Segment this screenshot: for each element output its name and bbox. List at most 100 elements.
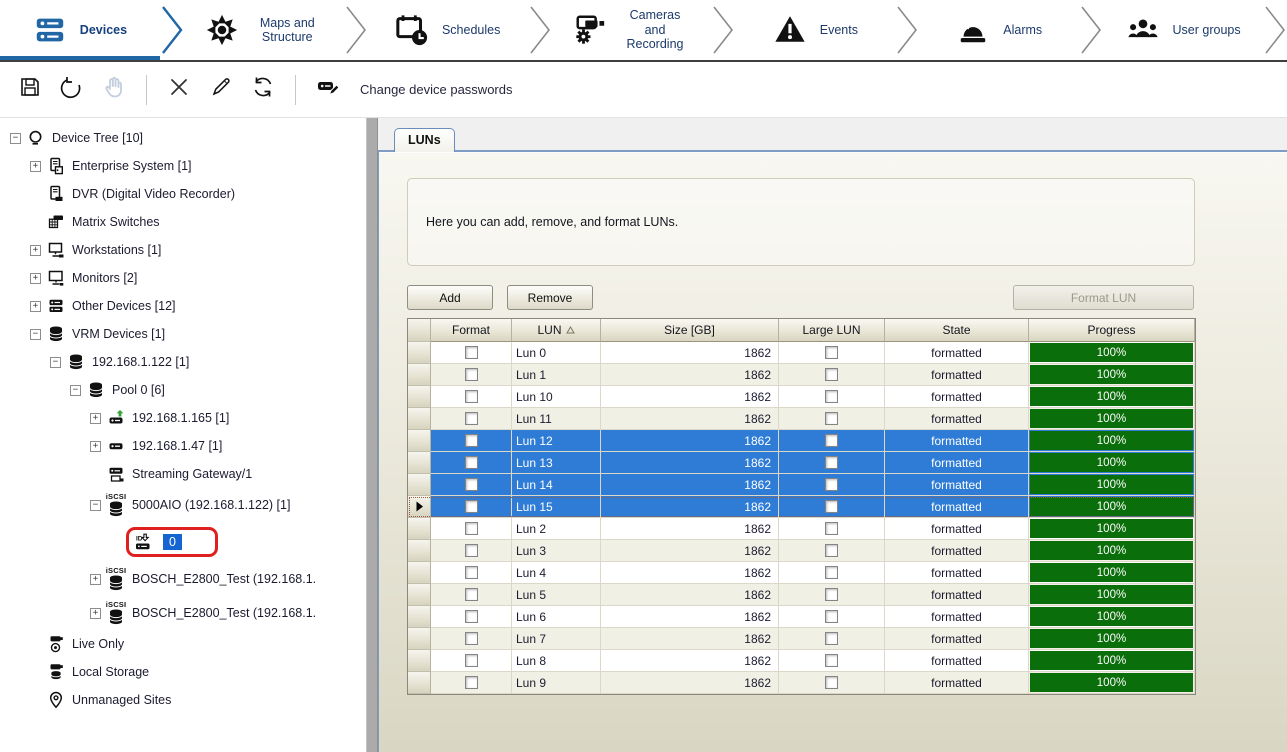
row-header-cell[interactable] <box>408 650 431 672</box>
format-checkbox[interactable] <box>465 500 478 513</box>
large-lun-checkbox[interactable] <box>825 676 838 689</box>
large-lun-checkbox[interactable] <box>825 456 838 469</box>
format-checkbox[interactable] <box>465 654 478 667</box>
large-lun-checkbox[interactable] <box>825 412 838 425</box>
tree-item-bosch-e2800-test-192-168-1[interactable]: +iSCSIBOSCH_E2800_Test (192.168.1. <box>0 562 366 596</box>
large-lun-checkbox[interactable] <box>825 566 838 579</box>
collapse-icon[interactable]: − <box>10 133 21 144</box>
nav-tab-schedules[interactable]: Schedules <box>368 0 528 60</box>
nav-tab-alarms[interactable]: Alarms <box>919 0 1079 60</box>
large-lun-checkbox[interactable] <box>825 478 838 491</box>
expand-icon[interactable]: + <box>90 441 101 452</box>
large-lun-checkbox[interactable] <box>825 654 838 667</box>
format-checkbox[interactable] <box>465 478 478 491</box>
table-row-lun-1[interactable]: Lun 11862formatted100% <box>408 364 1195 386</box>
table-row-lun-4[interactable]: Lun 41862formatted100% <box>408 562 1195 584</box>
tree-item-pool-0-6[interactable]: −Pool 0 [6] <box>0 376 366 404</box>
format-checkbox[interactable] <box>465 544 478 557</box>
table-row-lun-0[interactable]: Lun 01862formatted100% <box>408 342 1195 364</box>
tree-item-enterprise-system-1[interactable]: +Enterprise System [1] <box>0 152 366 180</box>
large-lun-checkbox[interactable] <box>825 500 838 513</box>
tree-item-dvr-digital-video-recorder[interactable]: DVR (Digital Video Recorder) <box>0 180 366 208</box>
tree-item-0[interactable]: ID0 <box>0 522 366 562</box>
table-row-lun-2[interactable]: Lun 21862formatted100% <box>408 518 1195 540</box>
collapse-icon[interactable]: − <box>50 357 61 368</box>
row-header-cell[interactable] <box>408 606 431 628</box>
column-header-size-gb[interactable]: Size [GB] <box>601 319 779 342</box>
format-checkbox[interactable] <box>465 368 478 381</box>
large-lun-checkbox[interactable] <box>825 588 838 601</box>
table-row-lun-11[interactable]: Lun 111862formatted100% <box>408 408 1195 430</box>
table-row-lun-7[interactable]: Lun 71862formatted100% <box>408 628 1195 650</box>
collapse-icon[interactable]: − <box>70 385 81 396</box>
tree-rename-editbox[interactable]: 0 <box>163 532 207 552</box>
table-row-lun-14[interactable]: Lun 141862formatted100% <box>408 474 1195 496</box>
large-lun-checkbox[interactable] <box>825 346 838 359</box>
row-header-cell[interactable] <box>408 540 431 562</box>
table-row-lun-12[interactable]: Lun 121862formatted100% <box>408 430 1195 452</box>
column-header-large-lun[interactable]: Large LUN <box>779 319 885 342</box>
format-lun-button[interactable]: Format LUN <box>1013 285 1194 310</box>
tree-item-streaming-gateway-1[interactable]: Streaming Gateway/1 <box>0 460 366 488</box>
toolbar-save-button[interactable] <box>12 72 48 108</box>
toolbar-refresh-button[interactable] <box>245 72 281 108</box>
row-header-cell[interactable] <box>408 342 431 364</box>
toolbar-activate-button[interactable] <box>96 72 132 108</box>
row-header-cell[interactable] <box>408 408 431 430</box>
tree-item-unmanaged-sites[interactable]: Unmanaged Sites <box>0 686 366 714</box>
row-header-cell[interactable] <box>408 386 431 408</box>
row-header-cell[interactable] <box>408 562 431 584</box>
tree-item-device-tree-10[interactable]: −Device Tree [10] <box>0 124 366 152</box>
table-row-lun-13[interactable]: Lun 131862formatted100% <box>408 452 1195 474</box>
row-header-cell[interactable] <box>408 474 431 496</box>
expand-icon[interactable]: + <box>90 574 101 585</box>
row-header-cell[interactable] <box>408 496 431 518</box>
table-row-lun-5[interactable]: Lun 51862formatted100% <box>408 584 1195 606</box>
toolbar-undo-button[interactable] <box>54 72 90 108</box>
format-checkbox[interactable] <box>465 434 478 447</box>
nav-tab-user-groups[interactable]: User groups <box>1103 0 1263 60</box>
tree-item-vrm-devices-1[interactable]: −VRM Devices [1] <box>0 320 366 348</box>
table-row-lun-15[interactable]: Lun 151862formatted100% <box>408 496 1195 518</box>
format-checkbox[interactable] <box>465 632 478 645</box>
format-checkbox[interactable] <box>465 456 478 469</box>
large-lun-checkbox[interactable] <box>825 368 838 381</box>
row-header-cell[interactable] <box>408 452 431 474</box>
tree-item-192-168-1-122-1[interactable]: −192.168.1.122 [1] <box>0 348 366 376</box>
column-header-lun[interactable]: LUN <box>512 319 601 342</box>
nav-tab-devices[interactable]: Devices <box>0 0 160 60</box>
format-checkbox[interactable] <box>465 610 478 623</box>
large-lun-checkbox[interactable] <box>825 610 838 623</box>
row-header-cell[interactable] <box>408 628 431 650</box>
tree-item-monitors-2[interactable]: +Monitors [2] <box>0 264 366 292</box>
table-row-lun-3[interactable]: Lun 31862formatted100% <box>408 540 1195 562</box>
panel-splitter[interactable] <box>366 118 378 752</box>
table-row-lun-6[interactable]: Lun 61862formatted100% <box>408 606 1195 628</box>
column-header-state[interactable]: State <box>885 319 1029 342</box>
expand-icon[interactable]: + <box>90 413 101 424</box>
nav-tab-maps-and-structure[interactable]: Maps and Structure <box>184 0 344 60</box>
tree-item-live-only[interactable]: Live Only <box>0 630 366 658</box>
toolbar-delete-button[interactable] <box>161 72 197 108</box>
format-checkbox[interactable] <box>465 522 478 535</box>
toolbar-rename-button[interactable] <box>203 72 239 108</box>
tree-item-other-devices-12[interactable]: +Other Devices [12] <box>0 292 366 320</box>
format-checkbox[interactable] <box>465 412 478 425</box>
collapse-icon[interactable]: − <box>30 329 41 340</box>
expand-icon[interactable]: + <box>30 273 41 284</box>
column-header-format[interactable]: Format <box>431 319 512 342</box>
expand-icon[interactable]: + <box>30 245 41 256</box>
expand-icon[interactable]: + <box>30 301 41 312</box>
row-header-cell[interactable] <box>408 584 431 606</box>
add-button[interactable]: Add <box>407 285 493 310</box>
table-row-lun-10[interactable]: Lun 101862formatted100% <box>408 386 1195 408</box>
format-checkbox[interactable] <box>465 566 478 579</box>
tree-item-192-168-1-47-1[interactable]: +192.168.1.47 [1] <box>0 432 366 460</box>
tree-item-192-168-1-165-1[interactable]: +192.168.1.165 [1] <box>0 404 366 432</box>
expand-icon[interactable]: + <box>90 608 101 619</box>
remove-button[interactable]: Remove <box>507 285 593 310</box>
tree-item-local-storage[interactable]: Local Storage <box>0 658 366 686</box>
large-lun-checkbox[interactable] <box>825 522 838 535</box>
row-header-cell[interactable] <box>408 672 431 694</box>
nav-tab-events[interactable]: Events <box>735 0 895 60</box>
